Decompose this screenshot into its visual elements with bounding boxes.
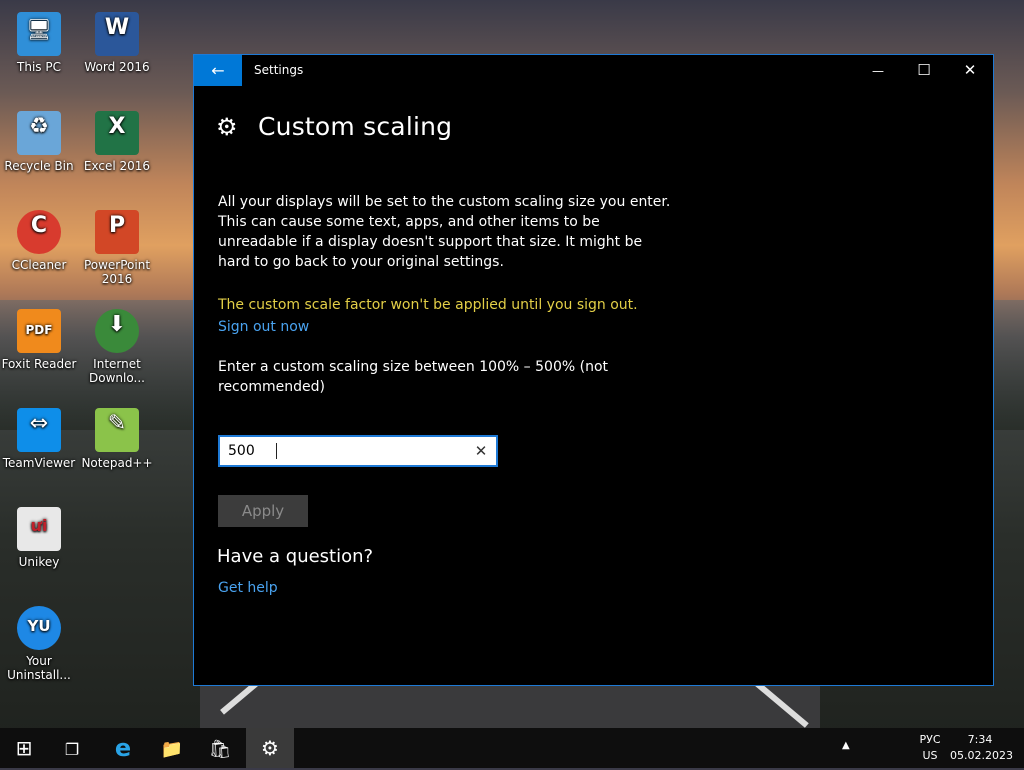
desktop-icon-powerpoint[interactable]: P PowerPoint 2016	[79, 202, 155, 286]
taskbar: ⊞ ❐ e 📁 🛍 ⚙ ▲ РУС US 7:34 05.02.2023	[0, 728, 1024, 768]
custom-scaling-input[interactable]	[228, 437, 458, 465]
internet-download-manager-icon: ⬇	[95, 309, 139, 353]
gear-icon: ⚙	[261, 736, 279, 760]
desktop-icon-label: Foxit Reader	[1, 357, 77, 371]
teamviewer-icon: ⇔	[17, 408, 61, 452]
desktop-road	[200, 680, 820, 730]
windows-logo-icon: ⊞	[15, 736, 33, 760]
task-view-button[interactable]: ❐	[48, 728, 96, 768]
clear-input-icon[interactable]: ✕	[472, 441, 490, 461]
system-clock[interactable]: 7:34 05.02.2023	[950, 732, 1013, 764]
desktop-icon-label: Excel 2016	[83, 159, 151, 173]
input-language-indicator[interactable]: РУС US	[912, 732, 948, 764]
show-hidden-icons-icon[interactable]: ▲	[842, 740, 850, 751]
folder-icon: 📁	[160, 739, 184, 760]
desktop-icon-label: Word 2016	[84, 60, 150, 74]
excel-icon: X	[95, 111, 139, 155]
language-code: РУС	[919, 733, 941, 746]
recycle-bin-icon: ♻	[17, 111, 61, 155]
desktop-icon-label: PowerPoint 2016	[83, 258, 151, 286]
desktop-icon-label: TeamViewer	[2, 456, 76, 470]
apply-button[interactable]: Apply	[218, 495, 308, 527]
custom-scaling-field[interactable]: ✕	[218, 435, 498, 467]
desktop-icon-label: CCleaner	[11, 258, 67, 272]
sign-out-now-link[interactable]: Sign out now	[218, 319, 309, 335]
desktop-icon-unikey[interactable]: ưi Unikey	[1, 499, 77, 569]
this-pc-icon: 🖥	[17, 12, 61, 56]
desktop-icon-label: Unikey	[18, 555, 60, 569]
desktop-icon-label: Internet Downlo...	[89, 357, 145, 385]
desktop-icon-teamviewer[interactable]: ⇔ TeamViewer	[1, 400, 77, 470]
sign-out-warning: The custom scale factor won't be applied…	[218, 297, 638, 313]
desktop-icon-ccleaner[interactable]: C CCleaner	[1, 202, 77, 272]
your-uninstaller-icon: YU	[17, 606, 61, 650]
desktop-icon-notepad-plus[interactable]: ✎ Notepad++	[79, 400, 155, 470]
keyboard-layout: US	[922, 749, 938, 762]
close-icon: ✕	[963, 61, 977, 79]
powerpoint-icon: P	[95, 210, 139, 254]
minimize-button[interactable]: —	[855, 55, 901, 86]
gear-icon: ⚙	[216, 112, 238, 141]
desktop-icon-label: This PC	[17, 60, 61, 74]
clock-date: 05.02.2023	[950, 749, 1013, 762]
custom-scaling-prompt: Enter a custom scaling size between 100%…	[218, 359, 608, 395]
foxit-reader-icon: PDF	[17, 309, 61, 353]
word-icon: W	[95, 12, 139, 56]
desktop-icon-word[interactable]: W Word 2016	[79, 4, 155, 74]
settings-content: ⚙ Custom scaling All your displays will …	[194, 86, 993, 685]
ccleaner-icon: C	[17, 210, 61, 254]
desktop-icon-foxit-reader[interactable]: PDF Foxit Reader	[1, 301, 77, 371]
clock-time: 7:34	[967, 733, 993, 746]
desktop-icon-label: Your Uninstall...	[7, 654, 71, 682]
title-bar[interactable]: ← Settings — ☐ ✕	[194, 55, 993, 86]
close-button[interactable]: ✕	[947, 55, 993, 86]
unikey-icon: ưi	[17, 507, 61, 551]
scaling-description: All your displays will be set to the cus…	[218, 194, 671, 270]
internet-explorer-icon: e	[114, 734, 132, 762]
task-view-icon: ❐	[64, 740, 80, 759]
desktop-icon-your-uninstaller[interactable]: YU Your Uninstall...	[1, 598, 77, 682]
store-icon: 🛍	[208, 739, 232, 760]
desktop-icon-label: Recycle Bin	[4, 159, 74, 173]
maximize-button[interactable]: ☐	[901, 55, 947, 86]
start-button[interactable]: ⊞	[0, 728, 48, 768]
desktop-icon-excel[interactable]: X Excel 2016	[79, 103, 155, 173]
desktop-icon-this-pc[interactable]: 🖥 This PC	[1, 4, 77, 74]
window-title: Settings	[254, 63, 304, 77]
back-button[interactable]: ←	[194, 55, 242, 86]
page-title: Custom scaling	[258, 112, 453, 141]
page-header: ⚙ Custom scaling	[216, 112, 452, 141]
text-cursor-icon	[276, 443, 278, 461]
desktop-icon-internet-download[interactable]: ⬇ Internet Downlo...	[79, 301, 155, 385]
maximize-icon: ☐	[917, 61, 931, 79]
internet-explorer-button[interactable]: e	[99, 728, 147, 768]
desktop-icon-label: Notepad++	[81, 456, 153, 470]
store-button[interactable]: 🛍	[196, 728, 244, 768]
notepad-plus-icon: ✎	[95, 408, 139, 452]
minimize-icon: —	[872, 64, 884, 78]
settings-taskbar-button[interactable]: ⚙	[246, 728, 294, 768]
desktop-icon-recycle-bin[interactable]: ♻ Recycle Bin	[1, 103, 77, 173]
file-explorer-button[interactable]: 📁	[148, 728, 196, 768]
settings-window: ← Settings — ☐ ✕ ⚙ Custom scaling All yo…	[193, 54, 994, 686]
have-a-question-heading: Have a question?	[217, 546, 374, 567]
get-help-link[interactable]: Get help	[218, 580, 278, 596]
back-arrow-icon: ←	[211, 61, 225, 80]
